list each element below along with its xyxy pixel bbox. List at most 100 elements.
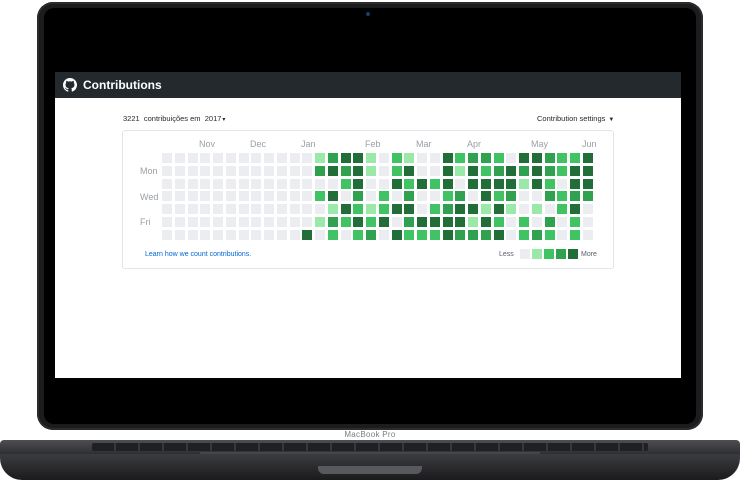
learn-contributions-link[interactable]: Learn how we count contributions. — [145, 251, 251, 258]
contribution-day-cell[interactable] — [187, 216, 198, 227]
contribution-day-cell[interactable] — [570, 153, 580, 163]
contribution-day-cell[interactable] — [327, 153, 338, 163]
contribution-day-cell[interactable] — [264, 153, 274, 163]
contribution-day-cell[interactable] — [391, 229, 402, 240]
contribution-day-cell[interactable] — [302, 165, 313, 176]
contribution-day-cell[interactable] — [506, 229, 517, 240]
contribution-day-cell[interactable] — [276, 229, 287, 240]
contribution-day-cell[interactable] — [531, 191, 542, 202]
contribution-day-cell[interactable] — [506, 216, 517, 227]
contribution-day-cell[interactable] — [225, 229, 236, 240]
contribution-day-cell[interactable] — [174, 153, 185, 163]
contribution-day-cell[interactable] — [353, 153, 364, 163]
contribution-day-cell[interactable] — [264, 216, 274, 227]
contribution-day-cell[interactable] — [570, 165, 580, 176]
contribution-day-cell[interactable] — [187, 191, 198, 202]
contribution-day-cell[interactable] — [366, 216, 376, 227]
contribution-day-cell[interactable] — [468, 191, 478, 202]
contribution-day-cell[interactable] — [327, 191, 338, 202]
contribution-day-cell[interactable] — [174, 216, 185, 227]
contribution-day-cell[interactable] — [302, 204, 313, 214]
contribution-day-cell[interactable] — [455, 165, 466, 176]
contribution-day-cell[interactable] — [340, 178, 351, 189]
contribution-day-cell[interactable] — [327, 178, 338, 189]
contribution-day-cell[interactable] — [353, 204, 364, 214]
contribution-day-cell[interactable] — [327, 216, 338, 227]
contribution-day-cell[interactable] — [340, 216, 351, 227]
contribution-day-cell[interactable] — [531, 178, 542, 189]
contribution-day-cell[interactable] — [506, 191, 517, 202]
contribution-day-cell[interactable] — [264, 191, 274, 202]
contribution-day-cell[interactable] — [276, 165, 287, 176]
contribution-day-cell[interactable] — [174, 191, 185, 202]
contribution-day-cell[interactable] — [264, 178, 274, 189]
contribution-day-cell[interactable] — [557, 191, 568, 202]
contribution-day-cell[interactable] — [200, 153, 211, 163]
contribution-day-cell[interactable] — [442, 165, 453, 176]
contribution-day-cell[interactable] — [162, 229, 172, 240]
contribution-day-cell[interactable] — [200, 204, 211, 214]
contribution-day-cell[interactable] — [391, 165, 402, 176]
contribution-day-cell[interactable] — [366, 229, 376, 240]
contribution-day-cell[interactable] — [225, 153, 236, 163]
contribution-day-cell[interactable] — [417, 204, 427, 214]
contribution-day-cell[interactable] — [378, 229, 389, 240]
contribution-day-cell[interactable] — [582, 178, 593, 189]
contribution-day-cell[interactable] — [442, 178, 453, 189]
contribution-day-cell[interactable] — [289, 165, 300, 176]
contribution-day-cell[interactable] — [276, 216, 287, 227]
contribution-day-cell[interactable] — [570, 229, 580, 240]
contribution-day-cell[interactable] — [251, 178, 262, 189]
contribution-day-cell[interactable] — [238, 165, 249, 176]
contribution-day-cell[interactable] — [200, 191, 211, 202]
contribution-day-cell[interactable] — [468, 178, 478, 189]
contribution-day-cell[interactable] — [315, 216, 325, 227]
contribution-day-cell[interactable] — [429, 216, 440, 227]
contribution-day-cell[interactable] — [378, 165, 389, 176]
contribution-day-cell[interactable] — [455, 191, 466, 202]
contribution-day-cell[interactable] — [264, 229, 274, 240]
contribution-day-cell[interactable] — [238, 216, 249, 227]
contribution-day-cell[interactable] — [162, 191, 172, 202]
contribution-day-cell[interactable] — [429, 229, 440, 240]
contribution-day-cell[interactable] — [506, 153, 517, 163]
contribution-day-cell[interactable] — [519, 191, 529, 202]
contribution-day-cell[interactable] — [468, 165, 478, 176]
contribution-day-cell[interactable] — [187, 153, 198, 163]
contribution-day-cell[interactable] — [302, 229, 313, 240]
contribution-day-cell[interactable] — [162, 216, 172, 227]
contribution-day-cell[interactable] — [162, 165, 172, 176]
contribution-day-cell[interactable] — [544, 229, 555, 240]
contribution-day-cell[interactable] — [519, 204, 529, 214]
contribution-day-cell[interactable] — [442, 153, 453, 163]
contribution-day-cell[interactable] — [366, 178, 376, 189]
contribution-day-cell[interactable] — [493, 191, 504, 202]
contribution-day-cell[interactable] — [480, 229, 491, 240]
contribution-day-cell[interactable] — [276, 204, 287, 214]
contribution-day-cell[interactable] — [353, 216, 364, 227]
contribution-day-cell[interactable] — [238, 204, 249, 214]
contribution-day-cell[interactable] — [213, 204, 223, 214]
contribution-day-cell[interactable] — [404, 229, 415, 240]
contribution-day-cell[interactable] — [340, 229, 351, 240]
contribution-day-cell[interactable] — [366, 165, 376, 176]
contribution-day-cell[interactable] — [264, 165, 274, 176]
contribution-day-cell[interactable] — [531, 216, 542, 227]
contribution-day-cell[interactable] — [315, 191, 325, 202]
contribution-day-cell[interactable] — [404, 191, 415, 202]
contribution-day-cell[interactable] — [480, 204, 491, 214]
contribution-day-cell[interactable] — [276, 191, 287, 202]
contribution-day-cell[interactable] — [187, 165, 198, 176]
contribution-day-cell[interactable] — [493, 165, 504, 176]
contribution-day-cell[interactable] — [391, 178, 402, 189]
contribution-day-cell[interactable] — [327, 229, 338, 240]
contribution-day-cell[interactable] — [417, 216, 427, 227]
contribution-day-cell[interactable] — [519, 153, 529, 163]
contribution-day-cell[interactable] — [557, 229, 568, 240]
contribution-day-cell[interactable] — [570, 178, 580, 189]
contribution-day-cell[interactable] — [340, 204, 351, 214]
contribution-day-cell[interactable] — [162, 153, 172, 163]
contribution-day-cell[interactable] — [417, 229, 427, 240]
contribution-day-cell[interactable] — [174, 204, 185, 214]
contribution-day-cell[interactable] — [213, 153, 223, 163]
